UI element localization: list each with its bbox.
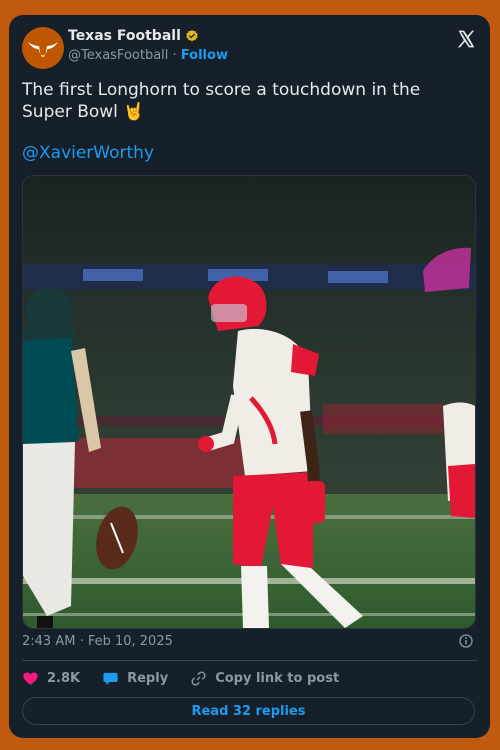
read-replies-button[interactable]: Read 32 replies	[22, 697, 475, 725]
handle-row: @TexasFootball · Follow	[68, 48, 228, 63]
copy-link-button[interactable]: Copy link to post	[190, 670, 339, 687]
verified-badge-icon	[186, 29, 198, 42]
avatar[interactable]	[22, 27, 64, 69]
x-logo-icon[interactable]	[456, 29, 476, 49]
heart-icon	[23, 672, 38, 685]
account-handle[interactable]: @TexasFootball	[68, 48, 168, 63]
tweet-photo[interactable]	[22, 175, 476, 629]
handle-separator: ·	[168, 48, 181, 63]
mention-link[interactable]: @XavierWorthy	[22, 143, 154, 163]
reply-label: Reply	[127, 671, 169, 686]
tweet-embed-card: Texas Football @TexasFootball · Follow T…	[9, 15, 490, 738]
account-name-row: Texas Football	[68, 28, 199, 44]
tweet-timestamp[interactable]: 2:43 AM · Feb 10, 2025	[22, 634, 173, 649]
copy-link-label: Copy link to post	[215, 671, 340, 686]
like-count: 2.8K	[47, 671, 81, 686]
reply-button[interactable]: Reply	[102, 670, 168, 687]
account-name[interactable]: Texas Football	[68, 28, 181, 44]
like-button[interactable]: 2.8K	[22, 670, 80, 687]
tweet-actions: 2.8K Reply Copy link to post	[22, 670, 361, 687]
follow-button[interactable]: Follow	[181, 48, 228, 63]
divider	[22, 660, 477, 661]
tweet-text: The first Longhorn to score a touchdown …	[22, 80, 421, 122]
link-icon	[191, 671, 206, 686]
reply-bubble-icon	[103, 672, 118, 685]
longhorn-logo-icon	[28, 42, 58, 57]
info-icon[interactable]	[458, 633, 474, 649]
photo-football-celebration	[23, 176, 475, 628]
